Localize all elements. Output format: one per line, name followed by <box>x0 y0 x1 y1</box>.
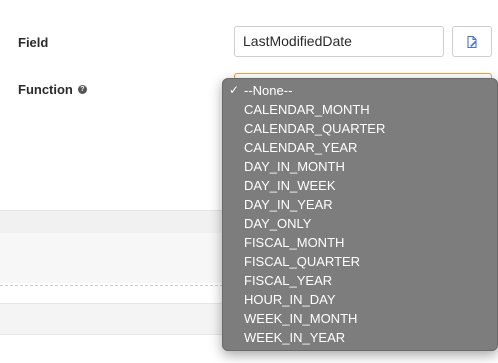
dropdown-option[interactable]: WEEK_IN_YEAR <box>223 328 497 347</box>
dropdown-option-label: CALENDAR_QUARTER <box>244 121 386 136</box>
field-input[interactable]: LastModifiedDate <box>234 26 444 57</box>
dropdown-option-label: CALENDAR_MONTH <box>244 102 370 117</box>
dropdown-option-label: WEEK_IN_MONTH <box>244 311 358 326</box>
dropdown-option[interactable]: DAY_IN_MONTH <box>223 157 497 176</box>
dropdown-option[interactable]: DAY_IN_YEAR <box>223 195 497 214</box>
help-icon[interactable]: ? <box>77 85 87 94</box>
dropdown-option-label: FISCAL_YEAR <box>244 273 333 288</box>
dropdown-option-label: --None-- <box>244 83 293 98</box>
field-picker-button[interactable] <box>452 26 492 57</box>
dropdown-option[interactable]: DAY_IN_WEEK <box>223 176 497 195</box>
dropdown-option-label: DAY_IN_YEAR <box>244 197 333 212</box>
insert-field-icon <box>467 35 477 48</box>
dropdown-option[interactable]: FISCAL_QUARTER <box>223 252 497 271</box>
dropdown-option[interactable]: CALENDAR_QUARTER <box>223 119 497 138</box>
dropdown-option[interactable]: FISCAL_MONTH <box>223 233 497 252</box>
dropdown-option[interactable]: ✓ --None-- <box>223 81 497 100</box>
dropdown-option-label: DAY_IN_MONTH <box>244 159 345 174</box>
dropdown-option[interactable]: FISCAL_YEAR <box>223 271 497 290</box>
dropdown-option-label: DAY_IN_WEEK <box>244 178 336 193</box>
dropdown-option-label: WEEK_IN_YEAR <box>244 330 346 345</box>
dropdown-option-label: HOUR_IN_DAY <box>244 292 336 307</box>
dropdown-option[interactable]: CALENDAR_MONTH <box>223 100 497 119</box>
dropdown-option[interactable]: WEEK_IN_MONTH <box>223 309 497 328</box>
checkmark-icon: ✓ <box>229 83 240 97</box>
function-dropdown-list[interactable]: ✓ --None-- CALENDAR_MONTH CALENDAR_QUARTER C… <box>222 78 498 351</box>
dropdown-option-label: DAY_ONLY <box>244 216 312 231</box>
dropdown-option[interactable]: CALENDAR_YEAR <box>223 138 497 157</box>
dropdown-option-label: CALENDAR_YEAR <box>244 140 358 155</box>
dropdown-option-label: FISCAL_QUARTER <box>244 254 361 269</box>
function-label: Function ? <box>18 82 87 97</box>
function-label-text: Function <box>18 82 73 97</box>
dropdown-option-label: FISCAL_MONTH <box>244 235 345 250</box>
dropdown-option[interactable]: DAY_ONLY <box>223 214 497 233</box>
dropdown-option[interactable]: HOUR_IN_DAY <box>223 290 497 309</box>
field-label: Field <box>18 35 49 50</box>
